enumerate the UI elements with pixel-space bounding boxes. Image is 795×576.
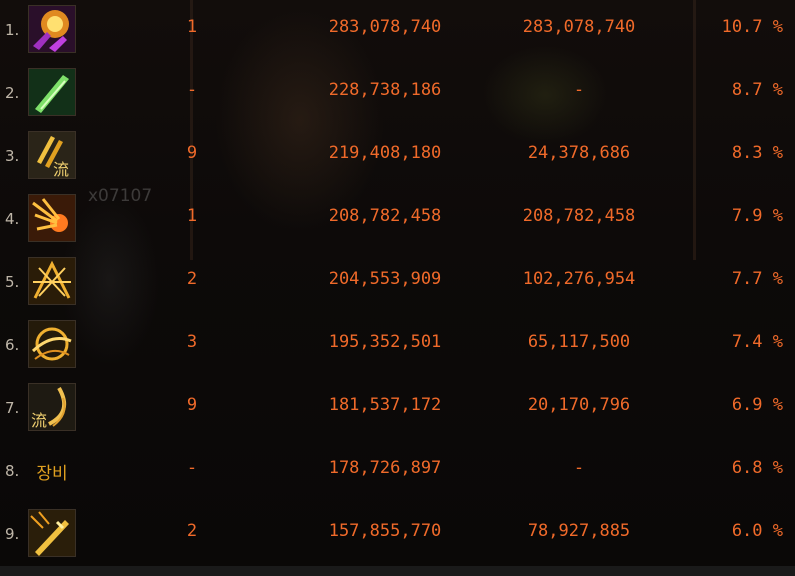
damage-percent: 8.7 % bbox=[731, 80, 783, 100]
damage-percent: 7.4 % bbox=[731, 332, 783, 352]
total-damage: 181,537,172 bbox=[328, 395, 442, 415]
total-damage: 283,078,740 bbox=[328, 17, 442, 37]
total-damage: 228,738,186 bbox=[328, 80, 442, 100]
skill-row: 5. 2 204,553,909 102,276,954 7.7 % bbox=[0, 252, 795, 314]
skill-row: 4. 1 208,782,458 208,782,458 7.9 % bbox=[0, 189, 795, 251]
rank-number: 7. bbox=[5, 399, 20, 417]
damage-per-hit: 283,078,740 bbox=[522, 17, 636, 37]
purple-explosion-skill-icon bbox=[28, 5, 76, 53]
flowing-wave-skill-icon: 流 bbox=[28, 383, 76, 431]
damage-percent: 6.8 % bbox=[731, 458, 783, 478]
skill-level: 2 bbox=[186, 269, 198, 289]
damage-per-hit: 20,170,796 bbox=[527, 395, 631, 415]
fire-burst-skill-icon bbox=[28, 194, 76, 242]
total-damage: 178,726,897 bbox=[328, 458, 442, 478]
rank-number: 5. bbox=[5, 273, 20, 291]
rank-number: 6. bbox=[5, 336, 20, 354]
lightning-cross-skill-icon bbox=[28, 257, 76, 305]
total-damage: 157,855,770 bbox=[328, 521, 442, 541]
bottom-bar bbox=[0, 566, 795, 576]
rank-number: 8. bbox=[5, 462, 20, 480]
skill-level: 1 bbox=[186, 17, 198, 37]
damage-stats-panel: x07107 1. 1 283,078,740 283,078,740 10.7 % 2.… bbox=[0, 0, 795, 576]
damage-per-hit: 24,378,686 bbox=[527, 143, 631, 163]
skill-level: 9 bbox=[186, 143, 198, 163]
damage-per-hit: - bbox=[573, 80, 585, 100]
rank-number: 9. bbox=[5, 525, 20, 543]
skill-row: 3. 流 9 219,408,180 24,378,686 8.3 % bbox=[0, 126, 795, 188]
total-damage: 219,408,180 bbox=[328, 143, 442, 163]
skill-row: 6. 3 195,352,501 65,117,500 7.4 % bbox=[0, 315, 795, 377]
damage-per-hit: 65,117,500 bbox=[527, 332, 631, 352]
total-damage: 195,352,501 bbox=[328, 332, 442, 352]
skill-level: 3 bbox=[186, 332, 198, 352]
svg-text:流: 流 bbox=[31, 411, 47, 430]
skill-level: - bbox=[186, 458, 198, 478]
damage-per-hit: 208,782,458 bbox=[522, 206, 636, 226]
damage-percent: 10.7 % bbox=[721, 17, 783, 37]
damage-percent: 8.3 % bbox=[731, 143, 783, 163]
damage-percent: 7.9 % bbox=[731, 206, 783, 226]
flowing-strike-skill-icon: 流 bbox=[28, 131, 76, 179]
damage-percent: 6.9 % bbox=[731, 395, 783, 415]
skill-level: - bbox=[186, 80, 198, 100]
skill-row: 8. 장비 - 178,726,897 - 6.8 % bbox=[0, 441, 795, 503]
rank-number: 1. bbox=[5, 21, 20, 39]
skill-row: 7. 流 9 181,537,172 20,170,796 6.9 % bbox=[0, 378, 795, 440]
total-damage: 204,553,909 bbox=[328, 269, 442, 289]
rank-number: 4. bbox=[5, 210, 20, 228]
damage-per-hit: 102,276,954 bbox=[522, 269, 636, 289]
damage-percent: 6.0 % bbox=[731, 521, 783, 541]
damage-per-hit: 78,927,885 bbox=[527, 521, 631, 541]
damage-percent: 7.7 % bbox=[731, 269, 783, 289]
skill-level: 1 bbox=[186, 206, 198, 226]
total-damage: 208,782,458 bbox=[328, 206, 442, 226]
damage-per-hit: - bbox=[573, 458, 585, 478]
svg-text:流: 流 bbox=[53, 160, 69, 178]
equipment-label-icon: 장비 bbox=[36, 463, 68, 484]
rank-number: 3. bbox=[5, 147, 20, 165]
skill-row: 2. - 228,738,186 - 8.7 % bbox=[0, 63, 795, 125]
green-blade-skill-icon bbox=[28, 68, 76, 116]
skill-level: 2 bbox=[186, 521, 198, 541]
skill-level: 9 bbox=[186, 395, 198, 415]
sword-strike-skill-icon bbox=[28, 509, 76, 557]
skill-row: 9. 2 157,855,770 78,927,885 6.0 % bbox=[0, 504, 795, 566]
rank-number: 2. bbox=[5, 84, 20, 102]
spiral-slash-skill-icon bbox=[28, 320, 76, 368]
skill-row: 1. 1 283,078,740 283,078,740 10.7 % bbox=[0, 0, 795, 62]
